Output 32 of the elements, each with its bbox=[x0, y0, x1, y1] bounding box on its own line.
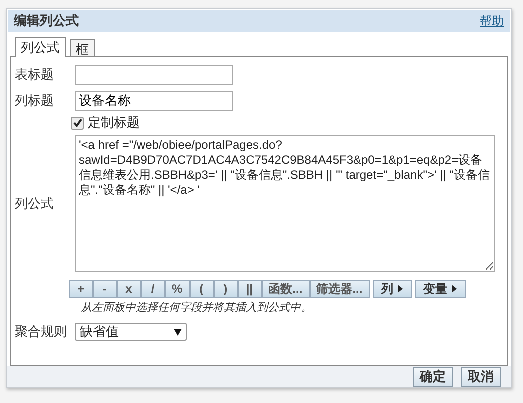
operator-button[interactable]: + bbox=[69, 280, 93, 298]
caret-icon bbox=[452, 285, 457, 293]
operator-button[interactable]: x bbox=[117, 280, 141, 298]
formula-field[interactable]: '<a href ="/web/obiee/portalPages.do?sawId=D4B9D70AC7D1AC4A3C7542C9B84A45F3&p0=1&p1=eq&p2=设备信息维表公用.SBBH&p3=' || "设备信息".SBBH || '" target="_blank">' || "设备信息"."设备名称" || '</a> ' bbox=[75, 135, 495, 272]
dialog-button[interactable]: 确定 bbox=[413, 366, 453, 386]
checkbox[interactable] bbox=[71, 116, 84, 130]
operator-button[interactable]: - bbox=[93, 280, 117, 298]
dropdown[interactable]: 缺省值 bbox=[75, 323, 187, 341]
field-label: 列标题 bbox=[14, 92, 55, 110]
operator-button[interactable]: 函数... bbox=[262, 280, 310, 298]
tab[interactable]: 列公式 bbox=[15, 37, 66, 57]
operator-button[interactable]: / bbox=[141, 280, 165, 298]
operator-button[interactable]: 变量 bbox=[414, 280, 466, 298]
operator-button[interactable]: ( bbox=[190, 280, 214, 298]
operator-button[interactable]: 列 bbox=[372, 280, 412, 298]
dialog-button[interactable]: 取消 bbox=[461, 366, 501, 386]
input-field[interactable]: 设备名称 bbox=[75, 91, 233, 111]
hint-text: 从左面板中选择任何字段并将其插入到公式中。 bbox=[81, 300, 313, 315]
operator-button[interactable]: || bbox=[238, 280, 262, 298]
caret-icon bbox=[174, 328, 182, 336]
input-field[interactable] bbox=[75, 65, 233, 85]
field-label: 表标题 bbox=[14, 66, 55, 84]
field-label: 列公式 bbox=[14, 194, 55, 212]
operator-button[interactable]: 筛选器... bbox=[310, 280, 370, 298]
caret-icon bbox=[398, 285, 403, 293]
operator-button[interactable]: ) bbox=[214, 280, 238, 298]
help-link[interactable]: 帮助 bbox=[480, 12, 504, 30]
field-label: 聚合规则 bbox=[14, 323, 68, 341]
tab[interactable]: 框 bbox=[70, 39, 95, 57]
checkbox-label: 定制标题 bbox=[88, 114, 140, 132]
window-title: 编辑列公式 bbox=[14, 12, 79, 30]
operator-button[interactable]: % bbox=[165, 280, 190, 298]
